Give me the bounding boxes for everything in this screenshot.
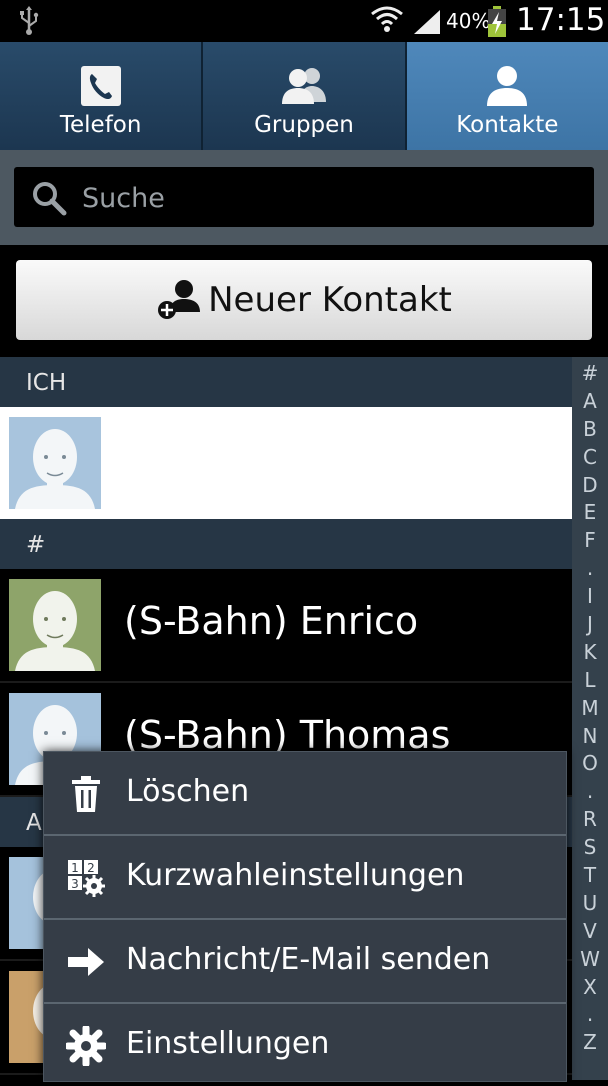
- index-letter[interactable]: N: [572, 722, 608, 750]
- new-contact-label: Neuer Kontakt: [208, 280, 452, 320]
- search-icon: [33, 182, 67, 216]
- contact-icon: [487, 66, 528, 106]
- index-letter[interactable]: L: [572, 666, 608, 694]
- menu-item-settings[interactable]: Einstellungen: [44, 1004, 566, 1086]
- index-letter[interactable]: A: [572, 387, 608, 415]
- tab-kontakte[interactable]: Kontakte: [406, 42, 608, 150]
- menu-item-send-message[interactable]: Nachricht/E-Mail senden: [44, 920, 566, 1004]
- battery-percentage: 40%: [446, 9, 491, 33]
- index-letter[interactable]: S: [572, 833, 608, 861]
- search-area: [0, 150, 608, 245]
- tab-label: Kontakte: [456, 112, 559, 138]
- new-contact-area: Neuer Kontakt: [0, 245, 608, 355]
- index-letter[interactable]: D: [572, 471, 608, 499]
- index-letter[interactable]: E: [572, 498, 608, 526]
- menu-label: Löschen: [126, 774, 250, 809]
- index-letter[interactable]: M: [572, 694, 608, 722]
- index-letter[interactable]: F: [572, 526, 608, 554]
- phone-icon: [80, 66, 121, 106]
- section-header-hash: #: [0, 519, 572, 569]
- tab-label: Gruppen: [254, 112, 354, 138]
- menu-label: Einstellungen: [126, 1026, 330, 1061]
- tab-telefon[interactable]: Telefon: [0, 42, 204, 150]
- index-letter[interactable]: Z: [572, 1028, 608, 1056]
- clock: 17:15: [516, 2, 606, 38]
- speed-dial-settings-icon: 1 2 3: [68, 860, 105, 897]
- context-menu: Löschen 1 2 3 Kurzwahleinstellungen Nach…: [43, 751, 567, 1082]
- index-letter[interactable]: .: [572, 554, 608, 582]
- contact-name: (S-Bahn) Enrico: [124, 599, 419, 643]
- index-letter[interactable]: C: [572, 443, 608, 471]
- index-letter[interactable]: B: [572, 415, 608, 443]
- index-letter[interactable]: I: [572, 582, 608, 610]
- menu-label: Kurzwahleinstellungen: [126, 858, 465, 893]
- add-contact-icon: [158, 280, 201, 319]
- new-contact-button[interactable]: Neuer Kontakt: [16, 260, 592, 340]
- section-header-me: ICH: [0, 357, 572, 407]
- menu-item-delete[interactable]: Löschen: [44, 752, 566, 836]
- svg-text:2: 2: [87, 861, 95, 875]
- trash-icon: [72, 776, 100, 812]
- index-letter[interactable]: .: [572, 777, 608, 805]
- avatar: [9, 417, 101, 509]
- my-profile-row[interactable]: [0, 407, 572, 519]
- battery-charging-icon: [488, 6, 506, 37]
- arrow-right-icon: [68, 948, 104, 976]
- avatar: [9, 579, 101, 671]
- index-letter[interactable]: X: [572, 973, 608, 1001]
- signal-icon: [414, 10, 440, 34]
- index-letter[interactable]: U: [572, 889, 608, 917]
- search-input[interactable]: [80, 175, 584, 221]
- search-box[interactable]: [14, 167, 594, 227]
- status-bar: 40% 17:15: [0, 0, 608, 42]
- wifi-icon: [371, 6, 403, 32]
- gear-icon: [66, 1026, 106, 1066]
- index-letter[interactable]: T: [572, 861, 608, 889]
- tab-label: Telefon: [59, 112, 142, 138]
- tab-gruppen[interactable]: Gruppen: [203, 42, 407, 150]
- contact-row[interactable]: (S-Bahn) Enrico: [0, 569, 572, 683]
- index-letter[interactable]: O: [572, 749, 608, 777]
- svg-text:3: 3: [71, 877, 79, 891]
- index-letter[interactable]: W: [572, 945, 608, 973]
- menu-label: Nachricht/E-Mail senden: [126, 942, 491, 977]
- usb-icon: [20, 6, 39, 35]
- svg-text:1: 1: [71, 861, 79, 875]
- index-letter[interactable]: K: [572, 638, 608, 666]
- alphabet-index[interactable]: # A B C D E F. I J K L M N O. R S T U V W X. Z: [572, 357, 608, 1080]
- tab-bar: Telefon Gruppen Kontakte: [0, 42, 608, 150]
- index-letter[interactable]: V: [572, 917, 608, 945]
- index-letter[interactable]: .: [572, 1000, 608, 1028]
- index-letter[interactable]: J: [572, 610, 608, 638]
- menu-item-speed-dial[interactable]: 1 2 3 Kurzwahleinstellungen: [44, 836, 566, 920]
- group-icon: [281, 68, 326, 104]
- index-letter[interactable]: R: [572, 805, 608, 833]
- index-letter[interactable]: #: [572, 359, 608, 387]
